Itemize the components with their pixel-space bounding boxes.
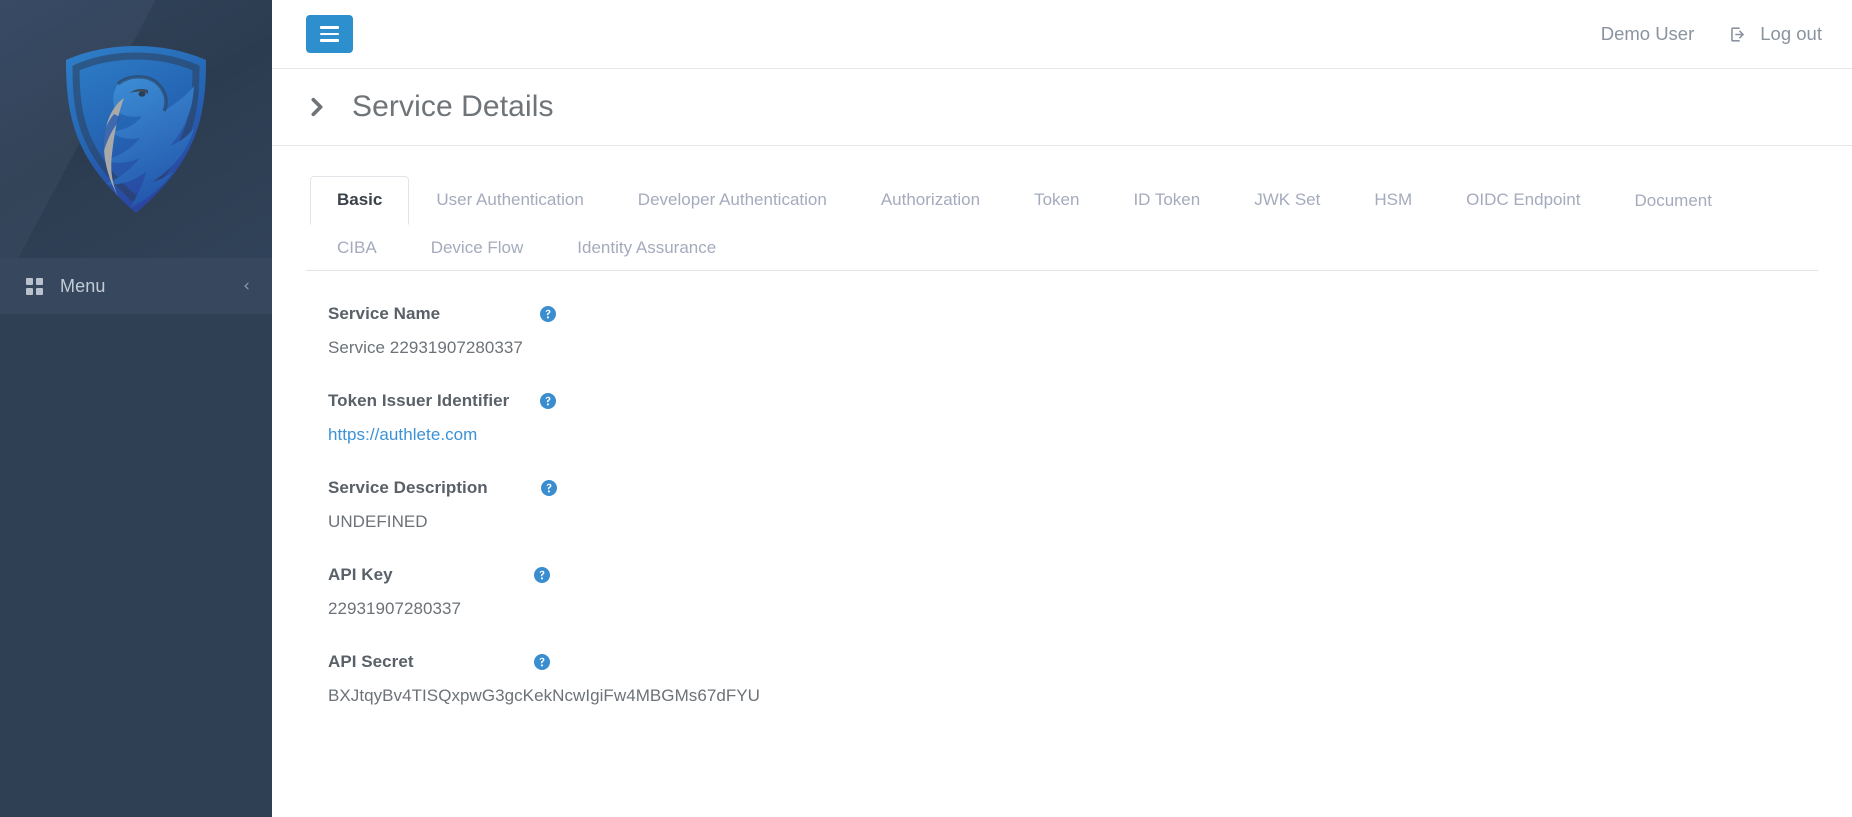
field-label-row: API Secret	[328, 652, 1818, 672]
sidebar-nav-area	[0, 314, 272, 817]
field-label-row: Service Name	[328, 304, 1818, 324]
field-service-name: Service Name Service 22931907280337	[328, 304, 1818, 359]
help-circle-icon[interactable]	[540, 393, 557, 410]
user-name: Demo User	[1600, 23, 1695, 44]
logout-label: Log out	[1760, 23, 1822, 44]
sidebar: Menu ‹	[0, 0, 272, 817]
chevron-right-icon[interactable]	[306, 96, 328, 118]
field-label: Service Description	[328, 478, 488, 498]
field-label: Token Issuer Identifier	[328, 391, 510, 411]
sidebar-menu-label: Menu	[60, 275, 106, 296]
field-label: API Secret	[328, 652, 414, 672]
topbar: Demo User Log out	[272, 0, 1852, 69]
tab-oidc-endpoint[interactable]: OIDC Endpoint	[1439, 176, 1607, 225]
tab-ciba[interactable]: CIBA	[310, 225, 404, 272]
field-value-link[interactable]: https://authlete.com	[328, 425, 477, 444]
field-service-description: Service Description UNDEFINED	[328, 478, 1818, 533]
authlete-shield-eagle-logo-icon	[56, 42, 216, 217]
tab-document[interactable]: Document	[1607, 178, 1738, 225]
field-token-issuer-identifier: Token Issuer Identifier https://authlete…	[328, 391, 1818, 446]
field-label: API Key	[328, 565, 393, 585]
help-circle-icon[interactable]	[540, 480, 557, 497]
grid-icon	[26, 277, 43, 295]
field-label-row: Service Description	[328, 478, 1818, 498]
hamburger-icon[interactable]	[306, 15, 353, 53]
field-value: BXJtqyBv4TISQxpwG3gcKekNcwIgiFw4MBGMs67d…	[328, 686, 760, 706]
help-circle-icon[interactable]	[533, 567, 550, 584]
tab-authorization[interactable]: Authorization	[854, 176, 1007, 225]
service-tabs: Basic User Authentication Developer Auth…	[306, 176, 1818, 272]
field-value: UNDEFINED	[328, 512, 428, 532]
content-panel: Basic User Authentication Developer Auth…	[272, 146, 1852, 817]
sidebar-brand	[0, 0, 272, 258]
app-root: Menu ‹ Demo User Log out Service Details…	[0, 0, 1852, 817]
tab-basic[interactable]: Basic	[310, 176, 410, 225]
tab-id-token[interactable]: ID Token	[1106, 176, 1227, 225]
main-area: Demo User Log out Service Details Basic …	[272, 0, 1852, 817]
tab-user-authentication[interactable]: User Authentication	[409, 176, 610, 225]
logout-button[interactable]: Log out	[1728, 23, 1822, 45]
tab-developer-authentication[interactable]: Developer Authentication	[611, 176, 854, 225]
tab-token[interactable]: Token	[1007, 176, 1106, 225]
tab-hsm[interactable]: HSM	[1347, 176, 1439, 225]
sign-out-icon	[1728, 25, 1747, 44]
help-circle-icon[interactable]	[540, 306, 557, 323]
tab-device-flow[interactable]: Device Flow	[404, 225, 551, 272]
field-value: Service 22931907280337	[328, 338, 523, 358]
page-title: Service Details	[352, 90, 554, 123]
field-label: Service Name	[328, 304, 441, 324]
field-value: 22931907280337	[328, 599, 462, 619]
service-details-fields: Service Name Service 22931907280337 Toke…	[306, 271, 1818, 707]
tab-identity-assurance[interactable]: Identity Assurance	[550, 225, 743, 272]
field-label-row: Token Issuer Identifier	[328, 391, 1818, 411]
field-api-secret: API Secret BXJtqyBv4TISQxpwG3gcKekNcwIgi…	[328, 652, 1818, 707]
field-label-row: API Key	[328, 565, 1818, 585]
sidebar-menu-toggle[interactable]: Menu ‹	[0, 258, 272, 314]
tab-jwk-set[interactable]: JWK Set	[1227, 176, 1347, 225]
help-circle-icon[interactable]	[533, 654, 550, 671]
field-api-key: API Key 22931907280337	[328, 565, 1818, 620]
page-header: Service Details	[272, 69, 1852, 146]
chevron-left-icon[interactable]: ‹	[243, 277, 250, 295]
